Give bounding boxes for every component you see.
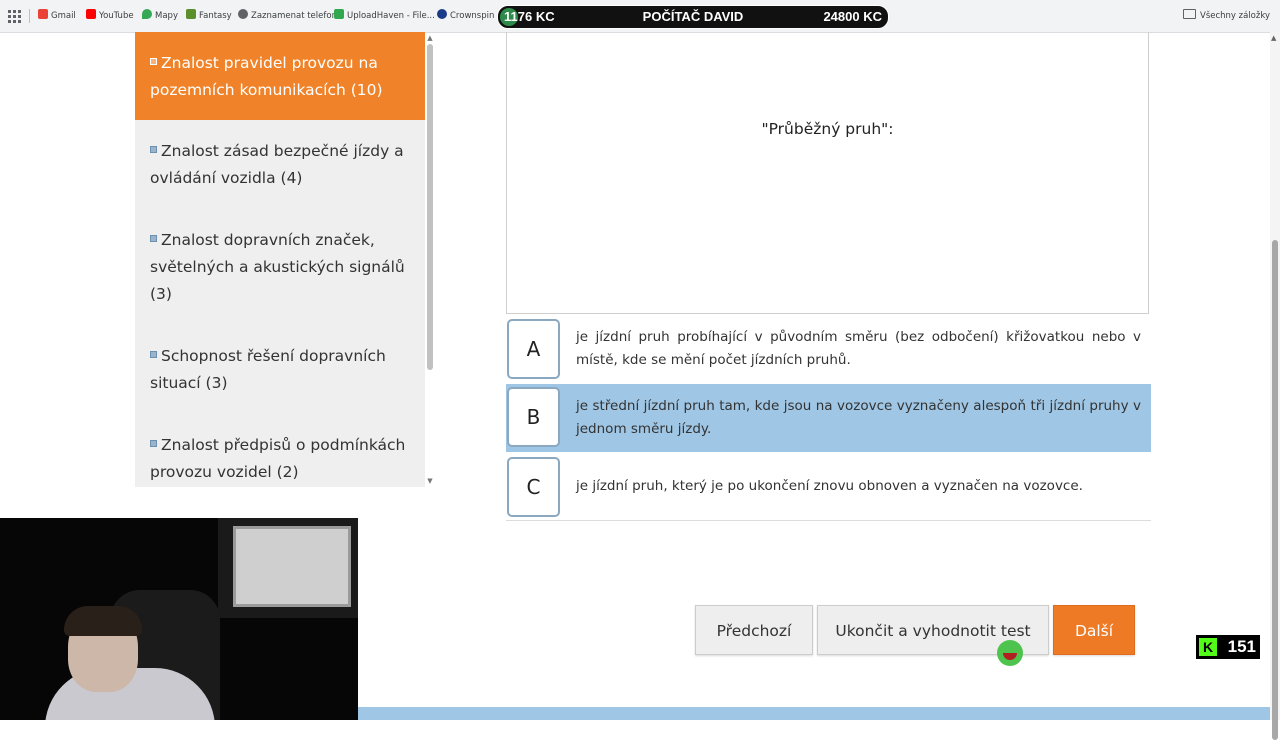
viewer-count: 151 [1227, 637, 1256, 656]
answer-text-b[interactable]: je střední jízdní pruh tam, kde jsou na … [576, 395, 1141, 441]
overlay-right-amount: 24800 KC [823, 9, 882, 24]
bullet-icon [150, 58, 157, 65]
all-bookmarks-folder[interactable]: Všechny záložky [1183, 9, 1270, 23]
answer-letter-c[interactable]: C [507, 457, 560, 517]
scroll-down-arrow-icon[interactable]: ▼ [426, 477, 434, 485]
scroll-up-arrow-icon[interactable]: ▲ [426, 34, 434, 42]
answer-letter-b[interactable]: B [507, 387, 560, 447]
kick-viewer-badge: K 151 [1196, 635, 1260, 659]
crownspin-icon [437, 9, 447, 19]
answer-option-a[interactable]: A je jízdní pruh probíhající v původním … [506, 316, 1151, 382]
bullet-icon [150, 440, 157, 447]
sidebar-scroll-thumb[interactable] [427, 44, 433, 370]
kick-logo-icon: K [1199, 638, 1217, 656]
uploadhaven-icon [334, 9, 344, 19]
folder-icon [1183, 9, 1196, 19]
gmail-icon [38, 9, 48, 19]
sidebar-item-bezpecna-jizda[interactable]: Znalost zásad bezpečné jízdy a ovládání … [135, 138, 425, 192]
question-text: "Průběžný pruh": [761, 120, 894, 138]
bookmark-gmail[interactable]: Gmail [38, 9, 76, 23]
answer-option-c[interactable]: C je jízdní pruh, který je po ukončení z… [506, 455, 1151, 519]
answer-letter-a[interactable]: A [507, 319, 560, 379]
question-box: "Průběžný pruh": [506, 32, 1149, 314]
category-sidebar: Znalost pravidel provozu na pozemních ko… [135, 32, 425, 487]
phone-icon [238, 9, 248, 19]
webcam-window-frame [233, 526, 351, 607]
sidebar-item-dopravni-znacky[interactable]: Znalost dopravních značek, světelných a … [135, 227, 425, 308]
page-scrollbar[interactable]: ▲ [1270, 32, 1280, 740]
page-scroll-thumb[interactable] [1272, 240, 1278, 740]
apps-grid-icon[interactable] [8, 10, 21, 23]
sidebar-item-dopravni-situace[interactable]: Schopnost řešení dopravních situací (3) [135, 343, 425, 397]
stream-overlay-bar: 1176 KC POČÍTAČ DAVID 24800 KC [497, 5, 889, 29]
bullet-icon [150, 235, 157, 242]
page-footer-bar [358, 707, 1280, 720]
answer-text-c[interactable]: je jízdní pruh, který je po ukončení zno… [576, 475, 1141, 498]
bullet-icon [150, 351, 157, 358]
sidebar-item-pravidla-provozu[interactable]: Znalost pravidel provozu na pozemních ko… [135, 32, 425, 120]
page-scroll-up-icon[interactable]: ▲ [1271, 34, 1276, 42]
maps-icon [142, 9, 152, 19]
bookmark-crownspin[interactable]: Crownspin | [437, 9, 500, 23]
answers-divider [506, 520, 1151, 521]
answer-text-a[interactable]: je jízdní pruh probíhající v původním sm… [576, 326, 1141, 372]
answer-option-b[interactable]: B je střední jízdní pruh tam, kde jsou n… [506, 384, 1151, 452]
sidebar-item-predpisy-vozidel[interactable]: Znalost předpisů o podmínkách provozu vo… [135, 432, 425, 486]
previous-button[interactable]: Předchozí [695, 605, 813, 655]
bookmark-uploadhaven[interactable]: UploadHaven - File... [334, 9, 435, 23]
laughing-emote-icon [997, 640, 1023, 666]
bookmark-mapy[interactable]: Mapy [142, 9, 178, 23]
webcam-overlay [0, 518, 358, 720]
next-button[interactable]: Další [1053, 605, 1135, 655]
bookmark-zaznamenat-telefon[interactable]: Zaznamenat telefon [238, 9, 337, 23]
bookmark-youtube[interactable]: YouTube [86, 9, 134, 23]
bullet-icon [150, 146, 157, 153]
bookmark-fantasy[interactable]: Fantasy [186, 9, 232, 23]
fantasy-icon [186, 9, 196, 19]
sidebar-scrollbar[interactable]: ▲ ▼ [426, 32, 434, 487]
bookmarks-separator [29, 9, 30, 23]
webcam-person-hair [64, 606, 142, 636]
youtube-icon [86, 9, 96, 19]
